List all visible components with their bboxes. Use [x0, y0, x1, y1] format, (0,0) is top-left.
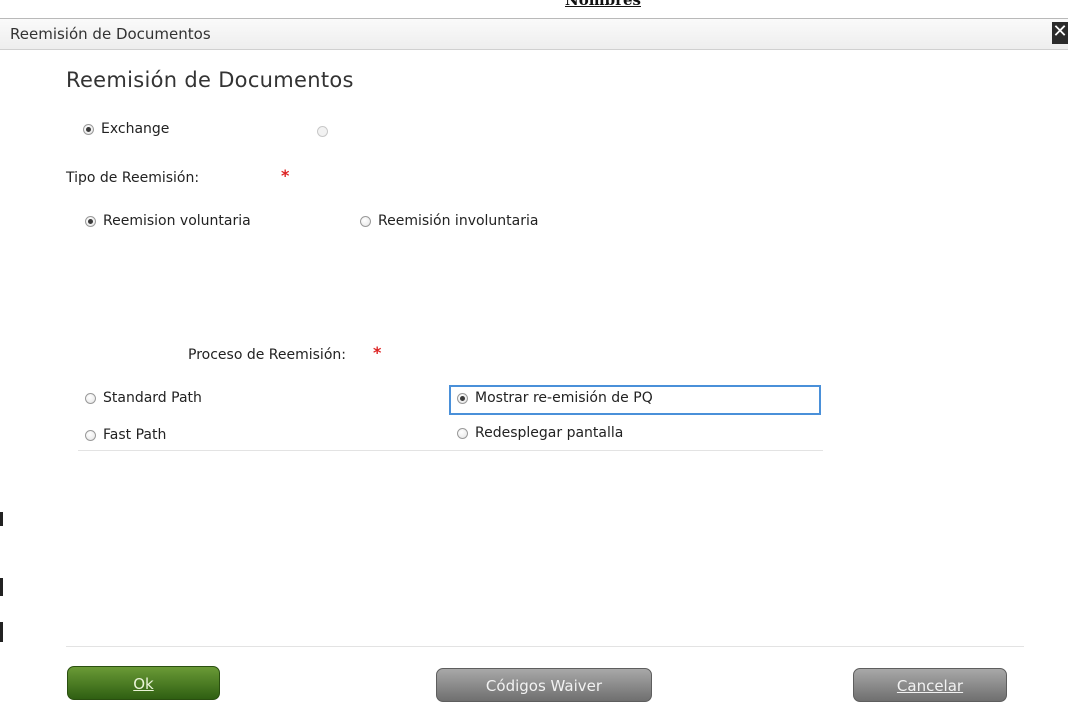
radio-exchange[interactable]: Exchange [83, 121, 169, 137]
radio-button[interactable] [85, 392, 96, 404]
required-marker: * [281, 166, 290, 185]
radio-standard-path[interactable]: Standard Path [85, 390, 202, 406]
radio-button[interactable] [85, 429, 96, 441]
window-edge-mark [0, 622, 3, 642]
radio-redesplegar-pantalla[interactable]: Redesplegar pantalla [457, 425, 623, 441]
radio-button[interactable] [317, 126, 328, 137]
radio-button[interactable] [457, 392, 468, 404]
window-edge-mark [0, 512, 3, 526]
radio-label: Fast Path [103, 427, 167, 443]
radio-button[interactable] [457, 427, 468, 439]
radio-label: Reemision voluntaria [103, 213, 251, 229]
radio-label: Exchange [101, 121, 170, 137]
proceso-reemision-label: Proceso de Reemisión: [188, 347, 346, 363]
radio-reemision-voluntaria[interactable]: Reemision voluntaria [85, 213, 251, 229]
dialog-titlebar[interactable]: Reemisión de Documentos ✕ [0, 18, 1068, 50]
radio-button[interactable] [360, 215, 371, 227]
radio-button[interactable] [83, 123, 94, 135]
page-title: Reemisión de Documentos [66, 68, 354, 92]
close-icon[interactable]: ✕ [1052, 22, 1068, 44]
ok-button-label: Ok [133, 675, 154, 693]
background-window-strip: Nombres [0, 0, 1068, 20]
radio-fast-path[interactable]: Fast Path [85, 427, 166, 443]
cancel-button-label: Cancelar [896, 677, 964, 695]
waiver-button-label: Códigos Waiver [485, 677, 603, 695]
footer-divider [66, 646, 1024, 647]
radio-label: Standard Path [103, 390, 202, 406]
radio-button[interactable] [85, 215, 96, 227]
cancel-button[interactable]: Cancelar [853, 668, 1007, 702]
tipo-reemision-label: Tipo de Reemisión: [66, 170, 200, 186]
ok-button[interactable]: Ok [67, 666, 220, 700]
radio-unlabeled-option[interactable] [317, 126, 328, 137]
radio-label: Redesplegar pantalla [475, 425, 624, 441]
background-heading: Nombres [565, 0, 641, 9]
required-marker: * [373, 343, 382, 362]
radio-reemision-involuntaria[interactable]: Reemisión involuntaria [360, 213, 538, 229]
dialog-title: Reemisión de Documentos [10, 25, 211, 43]
window-edge-mark [0, 578, 3, 596]
radio-label: Mostrar re-emisión de PQ [475, 390, 653, 406]
section-divider [78, 450, 823, 451]
radio-label: Reemisión involuntaria [378, 213, 539, 229]
radio-mostrar-reemision-pq[interactable]: Mostrar re-emisión de PQ [457, 390, 653, 406]
codigos-waiver-button[interactable]: Códigos Waiver [436, 668, 652, 702]
